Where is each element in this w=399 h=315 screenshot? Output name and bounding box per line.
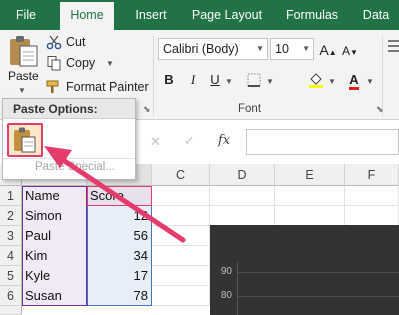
cell[interactable] [152,246,210,266]
paste-dropdown-caret-icon[interactable]: ▼ [18,86,26,95]
cell[interactable] [275,206,345,226]
copy-label: Copy [66,56,96,70]
chart-y-tick-label: 90 [220,266,232,277]
confirm-entry-icon[interactable]: ✓ [184,133,195,149]
row-header-5[interactable]: 5 [0,266,22,286]
column-header-f[interactable]: F [345,164,399,186]
name-cell[interactable]: Susan [22,286,87,306]
cell[interactable] [275,186,345,206]
cut-icon [46,35,62,50]
decrease-font-size-button[interactable]: A▼ [340,41,360,61]
row-header-4[interactable]: 4 [0,246,22,266]
column-header-e[interactable]: E [275,164,345,186]
cell[interactable] [345,186,399,206]
font-size-value: 10 [275,42,289,56]
tab-page-layout[interactable]: Page Layout [188,0,266,30]
row-header-7[interactable] [0,306,22,315]
format-painter-label: Format Painter [66,80,149,94]
paste-icon [10,36,38,67]
cell[interactable] [210,206,275,226]
score-cell[interactable]: 56 [87,226,152,246]
paste-button[interactable] [2,34,42,92]
font-color-icon: A [349,73,359,90]
fx-icon[interactable]: fx [218,133,230,148]
clipboard-paste-option-icon [14,127,36,153]
column-header-c[interactable]: C [152,164,210,186]
copy-icon [47,56,61,71]
paste-options-header: Paste Options: [3,99,135,119]
font-color-caret-icon[interactable]: ▼ [366,77,374,86]
tab-data[interactable]: Data [356,0,396,30]
menu-divider [3,158,135,159]
score-cell[interactable]: 17 [87,266,152,286]
alignment-lines-icon[interactable] [388,40,399,55]
name-cell[interactable]: Simon [22,206,87,226]
row-header-2[interactable]: 2 [0,206,22,226]
score-cell[interactable]: 12 [87,206,152,226]
chart-y-tick-label: 80 [220,290,232,301]
fill-color-caret-icon[interactable]: ▼ [328,77,336,86]
font-dialog-launcher-icon[interactable]: ⬊ [376,104,384,115]
row-header-6[interactable]: 6 [0,286,22,306]
cell[interactable] [152,186,210,206]
format-painter-button[interactable]: Format Painter [46,78,150,96]
borders-button[interactable] [244,70,264,90]
score-cell[interactable]: 34 [87,246,152,266]
italic-button[interactable]: I [184,70,202,90]
chart-plot-area [237,262,399,315]
font-name-value: Calibri (Body) [163,42,239,56]
fill-color-icon [309,73,323,88]
copy-dropdown-caret-icon[interactable]: ▼ [106,55,114,73]
paste-special-item[interactable]: Paste Special... [35,161,115,173]
chevron-down-icon: ▼ [302,44,310,53]
paste-label[interactable]: Paste [8,69,39,83]
header-cell-name[interactable]: Name [22,186,87,206]
bold-button[interactable]: B [160,70,178,90]
row-header-3[interactable]: 3 [0,226,22,246]
cell[interactable] [152,266,210,286]
copy-button[interactable]: Copy ▼ [46,54,114,72]
underline-button[interactable]: U [206,70,224,90]
header-cell-score[interactable]: Score [87,186,152,206]
name-cell[interactable]: Paul [22,226,87,246]
font-size-dropdown[interactable]: 10 ▼ [270,38,314,60]
cell[interactable] [152,286,210,306]
borders-caret-icon[interactable]: ▼ [266,77,274,86]
underline-caret-icon[interactable]: ▼ [225,77,233,86]
increase-font-size-button[interactable]: A▲ [318,40,338,60]
format-painter-icon [46,80,59,93]
fill-color-button[interactable] [306,70,326,90]
cut-label: Cut [66,35,86,49]
clipboard-dialog-launcher-icon[interactable]: ⬊ [143,104,151,115]
cell[interactable] [345,206,399,226]
font-name-dropdown[interactable]: Calibri (Body) ▼ [158,38,268,60]
cut-button[interactable]: Cut [46,33,106,51]
cell[interactable] [210,186,275,206]
tab-home[interactable]: Home [60,2,114,30]
ribbon-tab-bar: File Home Insert Page Layout Formulas Da… [0,0,399,30]
column-header-d[interactable]: D [210,164,275,186]
paste-options-menu: Paste Options: Paste Special... [2,98,136,180]
cell[interactable] [152,206,210,226]
chevron-down-icon: ▼ [256,44,264,53]
name-cell[interactable]: Kim [22,246,87,266]
name-cell[interactable]: Kyle [22,266,87,286]
borders-icon [247,73,261,87]
paste-option-button[interactable] [7,123,43,157]
font-color-button[interactable]: A [344,70,364,90]
ribbon-separator [153,36,154,116]
row-header-1[interactable]: 1 [0,186,22,206]
font-group-label: Font [238,103,262,115]
formula-input[interactable] [246,129,399,155]
tab-formulas[interactable]: Formulas [280,0,344,30]
tab-insert[interactable]: Insert [128,0,174,30]
cell[interactable] [152,226,210,246]
cancel-entry-icon[interactable]: ✕ [150,134,161,150]
tab-file[interactable]: File [4,0,48,30]
score-cell[interactable]: 78 [87,286,152,306]
